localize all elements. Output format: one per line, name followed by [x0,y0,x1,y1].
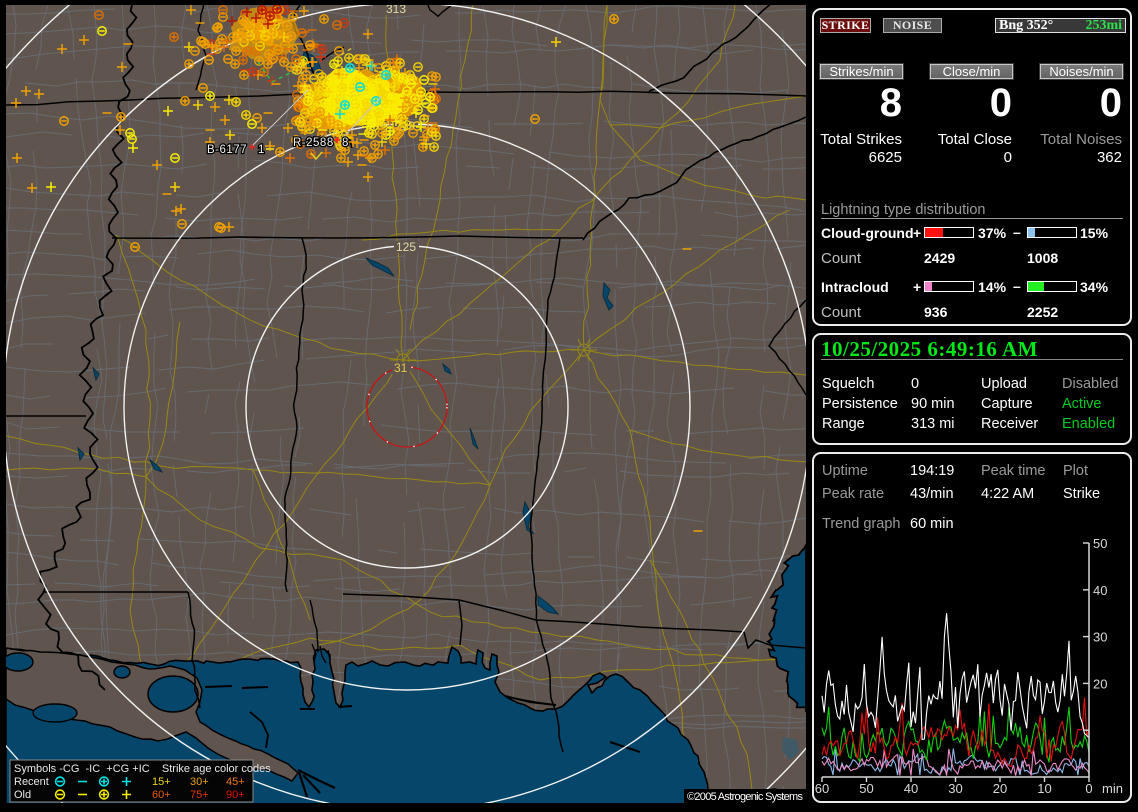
svg-text:125: 125 [396,240,416,254]
svg-text:8: 8 [342,137,349,149]
svg-text:©2005 Astrogenic Systems: ©2005 Astrogenic Systems [687,791,804,803]
svg-text:0: 0 [1085,781,1092,796]
svg-text:40: 40 [1093,583,1107,598]
svg-text:90+: 90+ [226,789,245,801]
svg-text:50: 50 [859,781,873,796]
svg-text:313: 313 [386,5,406,16]
svg-text:75+: 75+ [190,789,209,801]
svg-text:Symbols -CG -IC +CG +IC S: Symbols -CG -IC +CG +IC Strike age color… [14,763,271,775]
svg-text:R-2588: R-2588 [293,137,334,149]
svg-text:15+: 15+ [152,776,171,788]
svg-text:40: 40 [904,781,918,796]
svg-text:20: 20 [1093,676,1107,691]
svg-text:60: 60 [815,781,829,796]
svg-text:B-6177: B-6177 [207,144,247,156]
svg-text:30: 30 [1093,630,1107,645]
svg-text:50: 50 [1093,536,1107,551]
svg-text:10: 10 [1037,781,1051,796]
svg-text:1: 1 [258,144,265,156]
svg-text:Recent: Recent [14,776,49,788]
svg-text:45+: 45+ [226,776,245,788]
svg-text:Old: Old [14,789,31,801]
svg-text:30+: 30+ [190,776,209,788]
svg-text:31: 31 [394,361,408,375]
svg-text:20: 20 [993,781,1007,796]
svg-text:min: min [1102,781,1123,796]
svg-text:60+: 60+ [152,789,171,801]
svg-text:30: 30 [948,781,962,796]
